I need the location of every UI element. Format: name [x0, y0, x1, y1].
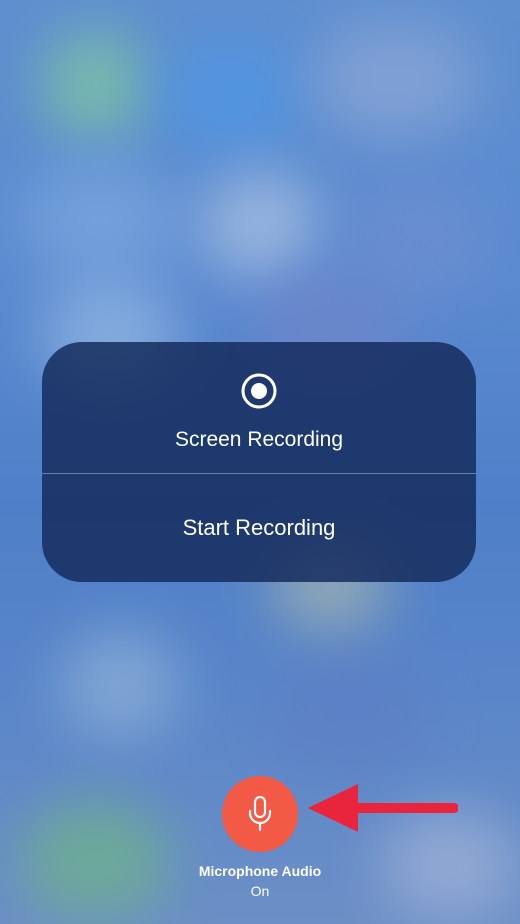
- start-recording-button[interactable]: Start Recording: [42, 474, 476, 582]
- background-blur: [160, 40, 300, 150]
- microphone-audio-label: Microphone Audio: [198, 863, 322, 879]
- record-icon: [241, 373, 277, 409]
- background-blur: [60, 630, 180, 740]
- background-blur: [20, 160, 180, 280]
- background-blur: [270, 650, 430, 770]
- panel-title: Screen Recording: [174, 428, 344, 451]
- background-blur: [40, 30, 150, 140]
- arrow-left-icon: [308, 784, 458, 832]
- background-blur: [20, 800, 170, 920]
- screen-recording-header: Screen Recording: [42, 342, 476, 473]
- microphone-audio-status: On: [250, 883, 270, 899]
- control-center-screen: Screen Recording Start Recording Microph…: [0, 0, 520, 924]
- background-blur: [200, 170, 320, 280]
- background-blur: [310, 20, 480, 140]
- screen-recording-panel: Screen Recording Start Recording: [42, 342, 476, 582]
- microphone-audio-button[interactable]: [222, 776, 298, 852]
- microphone-icon: [248, 795, 272, 832]
